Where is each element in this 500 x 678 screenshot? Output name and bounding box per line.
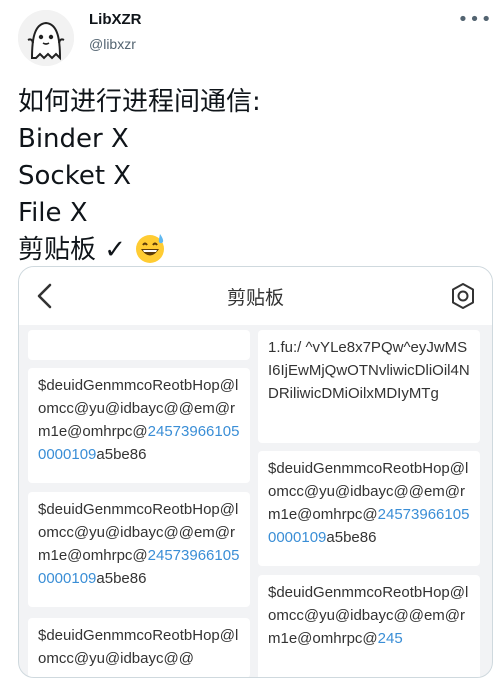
clip-text: $deuidGenmmcoReotbHop@lomcc@yu@idbayc@@e… [268, 584, 469, 647]
clip-suffix: a5be86 [96, 446, 147, 463]
app-title: 剪贴板 [226, 286, 284, 309]
clipboard-item[interactable]: 1.fu:/ ^vYLe8x7PQw^eyJwMSI6IjEwMjQwOTNvl… [258, 330, 480, 443]
author-handle[interactable]: @libxzr [89, 36, 136, 52]
clipboard-item-empty[interactable] [28, 330, 250, 360]
tweet-line: 如何进行进程间通信: [18, 87, 261, 117]
tweet-line-last: 剪贴板 ✓ [18, 232, 488, 269]
more-options-icon[interactable]: ••• [458, 6, 492, 32]
clip-suffix: a5be86 [326, 529, 377, 546]
clipboard-item[interactable]: $deuidGenmmcoReotbHop@lomcc@yu@idbayc@@e… [28, 368, 250, 483]
clipboard-item[interactable]: $deuidGenmmcoReotbHop@lomcc@yu@idbayc@@e… [28, 492, 250, 607]
grinning-sweat-emoji-icon [136, 234, 165, 263]
clipboard-item[interactable]: $deuidGenmmcoReotbHop@lomcc@yu@idbayc@@ [28, 618, 250, 677]
tweet-line: Binder X [18, 124, 129, 154]
settings-icon[interactable] [448, 281, 478, 311]
tweet-line: File X [18, 198, 88, 228]
clip-suffix: a5be86 [96, 570, 147, 587]
clipboard-item[interactable]: $deuidGenmmcoReotbHop@lomcc@yu@idbayc@@e… [258, 575, 480, 677]
clipboard-screenshot-card[interactable]: 剪贴板 $deuidGenmmcoReotbHop@lomcc@yu@idbay… [18, 266, 493, 678]
app-header: 剪贴板 [19, 267, 492, 325]
clip-text: 1.fu:/ ^vYLe8x7PQw^eyJwMSI6IjEwMjQwOTNvl… [268, 339, 470, 402]
avatar[interactable] [18, 10, 74, 66]
ghost-avatar-icon [18, 10, 74, 66]
tweet-line: 剪贴板 ✓ [18, 235, 127, 265]
tweet-text: 如何进行进程间通信: Binder X Socket X File X 剪贴板 … [18, 84, 488, 269]
clip-text: $deuidGenmmcoReotbHop@lomcc@yu@idbayc@@ [38, 627, 239, 667]
back-arrow-icon[interactable] [31, 281, 61, 311]
author-name[interactable]: LibXZR [89, 11, 142, 28]
tweet-line: Socket X [18, 161, 132, 191]
clip-link[interactable]: 245 [378, 630, 403, 647]
clipboard-item[interactable]: $deuidGenmmcoReotbHop@lomcc@yu@idbayc@@e… [258, 451, 480, 566]
